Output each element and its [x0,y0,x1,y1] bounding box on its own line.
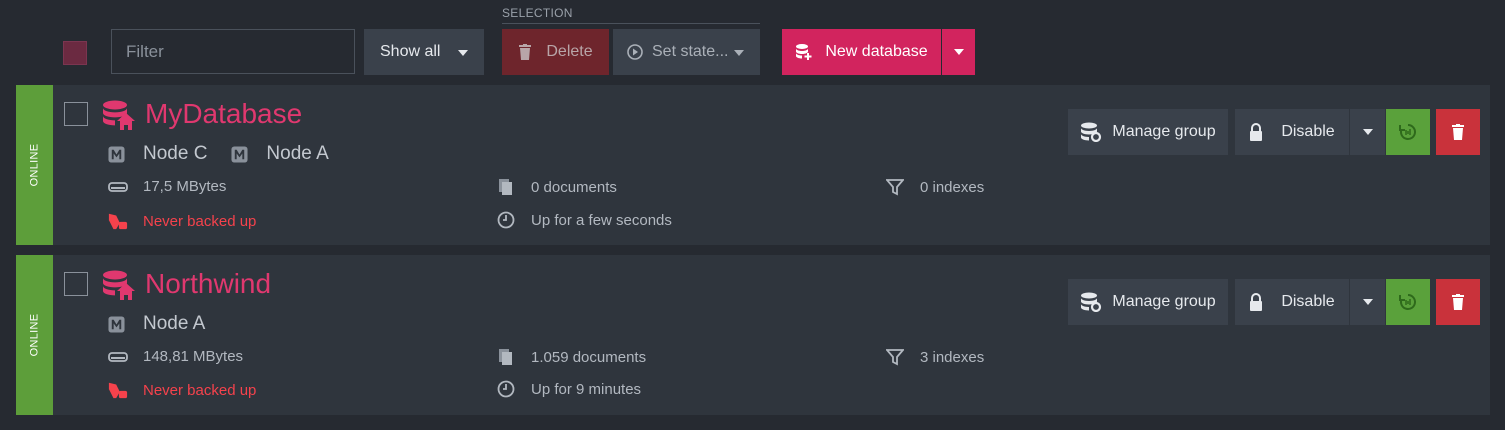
trash-icon [1452,294,1464,310]
database-settings-icon [1081,292,1102,312]
database-checkbox[interactable] [64,102,88,126]
selection-label: SELECTION [502,6,573,20]
show-all-label: Show all [380,43,441,60]
node-badge[interactable]: Node C [108,143,207,165]
disable-dropdown-toggle[interactable] [1350,109,1385,155]
show-all-dropdown[interactable]: Show all [364,29,484,75]
status-label: ONLINE [28,313,41,357]
uptime-value: Up for a few seconds [531,211,672,229]
disable-label: Disable [1281,123,1335,140]
documents-stat: 0 documents [496,178,617,196]
filter-input[interactable] [111,29,355,74]
status-label: ONLINE [28,143,41,187]
documents-icon [499,179,512,195]
node-name: Node A [266,143,329,164]
disable-button[interactable]: Disable [1235,279,1349,325]
node-list: Node A [108,313,229,335]
uptime-stat: Up for a few seconds [496,211,672,229]
chevron-down-icon [458,50,468,56]
compact-refresh-icon [1399,294,1416,310]
selection-divider [502,23,760,24]
delete-button[interactable]: Delete [502,29,609,75]
database-panel: ONLINE Northwind Node A 148,81 MBytes Ne… [16,255,1490,415]
backup-value: Never backed up [143,381,257,399]
delete-database-button[interactable] [1436,279,1480,325]
play-circle-icon [627,44,643,60]
chevron-down-icon [734,50,744,56]
delete-label: Delete [546,43,593,60]
set-state-label: Set state... [652,43,729,60]
documents-icon [499,349,512,365]
database-settings-icon [1081,122,1102,142]
backup-warning-icon [108,213,128,230]
size-value: 17,5 MBytes [143,178,227,195]
size-value: 148,81 MBytes [143,348,244,365]
clock-icon [497,380,515,398]
manage-group-label: Manage group [1112,293,1216,310]
uptime-value: Up for 9 minutes [531,380,642,398]
chevron-down-icon [953,49,964,55]
database-panel: ONLINE MyDatabase Node C Node A 17,5 MBy… [16,85,1490,245]
index-icon [886,349,904,366]
node-badge[interactable]: Node A [231,143,329,165]
node-member-icon [231,145,248,163]
trash-icon [519,44,532,60]
disk-icon [108,181,128,192]
node-name: Node A [143,313,206,334]
node-member-icon [108,145,125,163]
size-stat: 148,81 MBytes [108,348,243,365]
documents-stat: 1.059 documents [496,348,646,366]
manage-group-button[interactable]: Manage group [1068,109,1228,155]
indexes-stat[interactable]: 0 indexes [885,178,984,196]
database-checkbox[interactable] [64,272,88,296]
backup-stat[interactable]: Never backed up [108,380,256,400]
backup-stat[interactable]: Never backed up [108,211,256,231]
indexes-stat[interactable]: 3 indexes [885,348,984,366]
manage-group-label: Manage group [1112,123,1216,140]
new-database-dropdown-toggle[interactable] [942,29,975,75]
size-stat: 17,5 MBytes [108,178,226,195]
manage-group-button[interactable]: Manage group [1068,279,1228,325]
indexes-value: 0 indexes [920,178,985,196]
node-badge[interactable]: Node A [108,313,205,335]
compact-button[interactable] [1386,279,1430,325]
node-name: Node C [143,143,208,164]
documents-value: 1.059 documents [531,348,647,366]
database-home-icon [103,270,135,300]
node-list: Node C Node A [108,143,353,165]
database-name[interactable]: MyDatabase [145,98,302,130]
disable-label: Disable [1281,293,1335,310]
clock-icon [497,211,515,229]
lock-icon [1250,293,1263,311]
new-database-button[interactable]: New database [782,29,941,75]
backup-warning-icon [108,382,128,399]
delete-database-button[interactable] [1436,109,1480,155]
database-name[interactable]: Northwind [145,268,271,300]
lock-icon [1250,123,1263,141]
disk-icon [108,351,128,362]
disable-dropdown-toggle[interactable] [1350,279,1385,325]
trash-icon [1452,124,1464,140]
documents-value: 0 documents [531,178,617,196]
status-online-bar: ONLINE [16,255,53,415]
set-state-dropdown[interactable]: Set state... [613,29,760,75]
node-member-icon [108,315,125,333]
compact-refresh-icon [1399,124,1416,140]
compact-button[interactable] [1386,109,1430,155]
index-icon [886,179,904,196]
backup-value: Never backed up [143,212,257,230]
disable-button[interactable]: Disable [1235,109,1349,155]
database-home-icon [103,100,135,130]
database-add-icon [796,44,812,60]
chevron-down-icon [1362,129,1373,135]
chevron-down-icon [1362,299,1373,305]
uptime-stat: Up for 9 minutes [496,380,641,398]
indexes-value: 3 indexes [920,348,985,366]
select-all-checkbox[interactable] [63,41,87,65]
status-online-bar: ONLINE [16,85,53,245]
new-database-label: New database [825,43,928,60]
